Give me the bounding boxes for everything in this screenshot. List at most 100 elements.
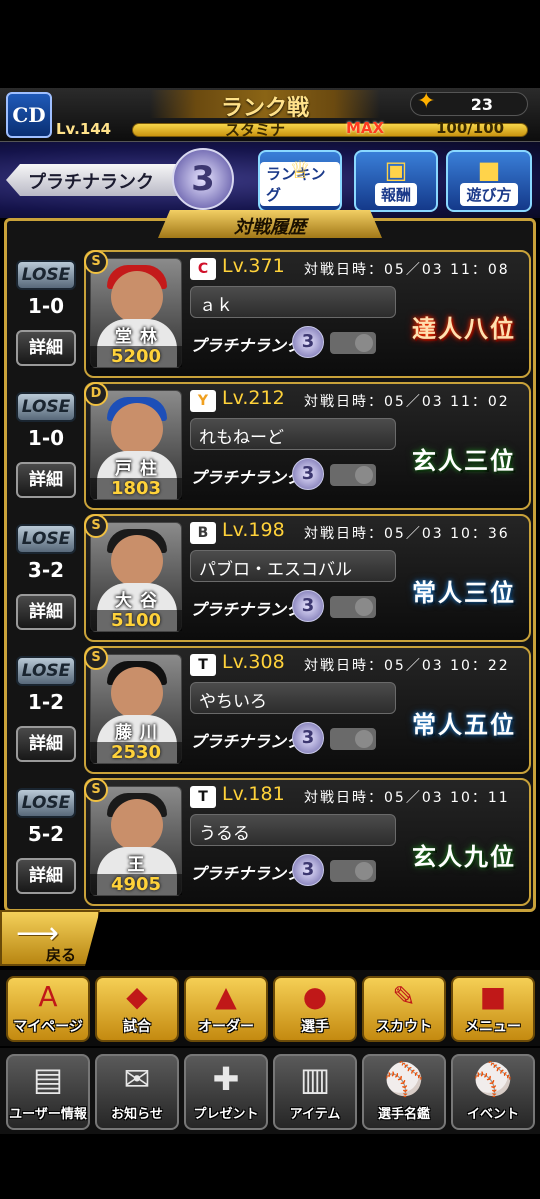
opponent-level: Lv.308	[222, 651, 285, 673]
detail-button[interactable]: 詳細	[16, 594, 76, 630]
menu-scout-card-button[interactable]: ✎ スカウト	[362, 976, 446, 1042]
detail-button[interactable]: 詳細	[16, 462, 76, 498]
opponent-level: Lv.181	[222, 783, 285, 805]
face-icon	[111, 667, 163, 719]
secondary-menu: ▤ ユーザー情報 ✉ お知らせ ✚ プレゼント ▥ アイテム ⚾ 選手名鑑 ⚾ イベント	[0, 1048, 540, 1134]
detail-button[interactable]: 詳細	[16, 858, 76, 894]
match-card: LOSE 1-2 詳細 S 藤川 2530 T Lv.308 対戦日時：05／0…	[8, 646, 531, 774]
match-card: LOSE 3-2 詳細 S 大谷 5100 B Lv.198 対戦日時：05／0…	[8, 514, 531, 642]
field-icon: ▲	[215, 980, 237, 1013]
rarity-badge: S	[84, 646, 108, 670]
level-value: 144	[79, 120, 112, 138]
scout-card-icon: ✎	[392, 980, 416, 1013]
rank-emblem-icon: 3	[292, 326, 324, 358]
player-power: 5200	[90, 346, 182, 367]
chat-icon[interactable]	[330, 596, 376, 618]
menu-menu-button[interactable]: ■ メニュー	[451, 976, 535, 1042]
rarity-badge: S	[84, 778, 108, 802]
match-datetime: 対戦日時：05／03 11：08	[304, 262, 510, 278]
opponent-panel[interactable]: S 大谷 5100 B Lv.198 対戦日時：05／03 10：36 パブロ・…	[84, 514, 531, 642]
menu-label: マイページ	[13, 1019, 83, 1035]
menu-label: アイテム	[289, 1107, 341, 1122]
level-prefix: Lv.	[56, 120, 80, 138]
player-name: 戸柱	[115, 459, 165, 479]
opponent-rank: プラチナランク	[190, 864, 303, 883]
chat-icon[interactable]	[330, 332, 376, 354]
howto-button[interactable]: ■ 遊び方	[446, 150, 532, 212]
title-badge: 達人八位	[412, 313, 516, 343]
menu-event-baseball-button[interactable]: ⚾ イベント	[451, 1054, 535, 1130]
player-name: 大谷	[115, 591, 165, 611]
team-logo-icon: T	[190, 654, 216, 676]
opponent-name: れもねーど	[190, 418, 396, 450]
menu-home-a-button[interactable]: A マイページ	[6, 976, 90, 1042]
opponent-rank: プラチナランク	[190, 468, 303, 487]
user-info-icon: ▤	[32, 1060, 64, 1098]
menu-gift-button[interactable]: ✚ プレゼント	[184, 1054, 268, 1130]
player-power: 4905	[90, 874, 182, 895]
rarity-badge: S	[84, 514, 108, 538]
match-datetime: 対戦日時：05／03 10：11	[304, 790, 510, 806]
menu-item-book-button[interactable]: ▥ アイテム	[273, 1054, 357, 1130]
match-datetime: 対戦日時：05／03 10：22	[304, 658, 510, 674]
rank-emblem-icon: 3	[292, 722, 324, 754]
item-book-icon: ▥	[299, 1060, 331, 1098]
reward-label: 報酬	[374, 183, 417, 206]
rank-emblem: 3	[172, 148, 234, 210]
lose-badge: LOSE	[16, 392, 76, 422]
detail-button[interactable]: 詳細	[16, 726, 76, 762]
flame-coin-icon: ✦	[417, 89, 436, 114]
stamina-label: スタミナ	[225, 121, 286, 139]
result-column: LOSE 1-0 詳細	[8, 250, 82, 378]
menu-field-button[interactable]: ▲ オーダー	[184, 976, 268, 1042]
menu-stadium-button[interactable]: ◆ 試合	[95, 976, 179, 1042]
ranking-button[interactable]: ♕ ランキング	[258, 150, 342, 212]
chat-icon[interactable]	[330, 464, 376, 486]
home-a-icon: A	[38, 980, 58, 1013]
opponent-rank: プラチナランク	[190, 336, 303, 355]
title-badge: 玄人九位	[412, 841, 516, 871]
back-label: 戻る	[46, 946, 77, 964]
back-button[interactable]: ⟶ 戻る	[0, 910, 100, 966]
rarity-badge: S	[84, 250, 108, 274]
match-datetime: 対戦日時：05／03 10：36	[304, 526, 510, 542]
detail-button[interactable]: 詳細	[16, 330, 76, 366]
face-icon	[111, 271, 163, 323]
opponent-level: Lv.371	[222, 255, 285, 277]
match-score: 1-0	[27, 426, 65, 450]
player-icon: ●	[302, 980, 328, 1013]
status-header: CD ランク戦 ✦ 23 Lv.144 スタミナ MAX 100/100	[0, 88, 540, 142]
opponent-name: やちいろ	[190, 682, 396, 714]
opponent-panel[interactable]: D 戸柱 1803 Y Lv.212 対戦日時：05／03 11：02 れもねー…	[84, 382, 531, 510]
team-logo-icon: B	[190, 522, 216, 544]
menu-label: 試合	[123, 1019, 151, 1035]
chat-icon[interactable]	[330, 728, 376, 750]
help-character-icon: ■	[477, 156, 501, 184]
page-title: ランク戦	[150, 90, 380, 121]
gift-icon: ✚	[212, 1060, 240, 1098]
menu-player-directory-button[interactable]: ⚾ 選手名鑑	[362, 1054, 446, 1130]
opponent-level: Lv.212	[222, 387, 285, 409]
coin-counter[interactable]: ✦ 23	[410, 89, 528, 116]
rarity-badge: D	[84, 382, 108, 406]
stamina-max-label: MAX	[346, 119, 385, 137]
primary-menu: A マイページ ◆ 試合 ▲ オーダー ● 選手 ✎ スカウト ■ メニュー	[0, 970, 540, 1046]
match-card: LOSE 5-2 詳細 S 王 4905 T Lv.181 対戦日時：05／03…	[8, 778, 531, 906]
opponent-panel[interactable]: S 王 4905 T Lv.181 対戦日時：05／03 10：11 うるる プ…	[84, 778, 531, 906]
player-name: 堂林	[115, 327, 165, 347]
opponent-panel[interactable]: S 堂林 5200 C Lv.371 対戦日時：05／03 11：08 ａｋ プ…	[84, 250, 531, 378]
team-logo[interactable]: CD	[6, 92, 52, 138]
lose-badge: LOSE	[16, 524, 76, 554]
match-score: 5-2	[27, 822, 65, 846]
opponent-rank: プラチナランク	[190, 600, 303, 619]
menu-user-info-button[interactable]: ▤ ユーザー情報	[6, 1054, 90, 1130]
menu-notice-button[interactable]: ✉ お知らせ	[95, 1054, 179, 1130]
team-logo-icon: Y	[190, 390, 216, 412]
reward-button[interactable]: ▣ 報酬	[354, 150, 438, 212]
history-title: 対戦履歴	[158, 210, 382, 238]
menu-player-button[interactable]: ● 選手	[273, 976, 357, 1042]
opponent-rank: プラチナランク	[190, 732, 303, 751]
chat-icon[interactable]	[330, 860, 376, 882]
opponent-panel[interactable]: S 藤川 2530 T Lv.308 対戦日時：05／03 10：22 やちいろ…	[84, 646, 531, 774]
player-power: 2530	[90, 742, 182, 763]
